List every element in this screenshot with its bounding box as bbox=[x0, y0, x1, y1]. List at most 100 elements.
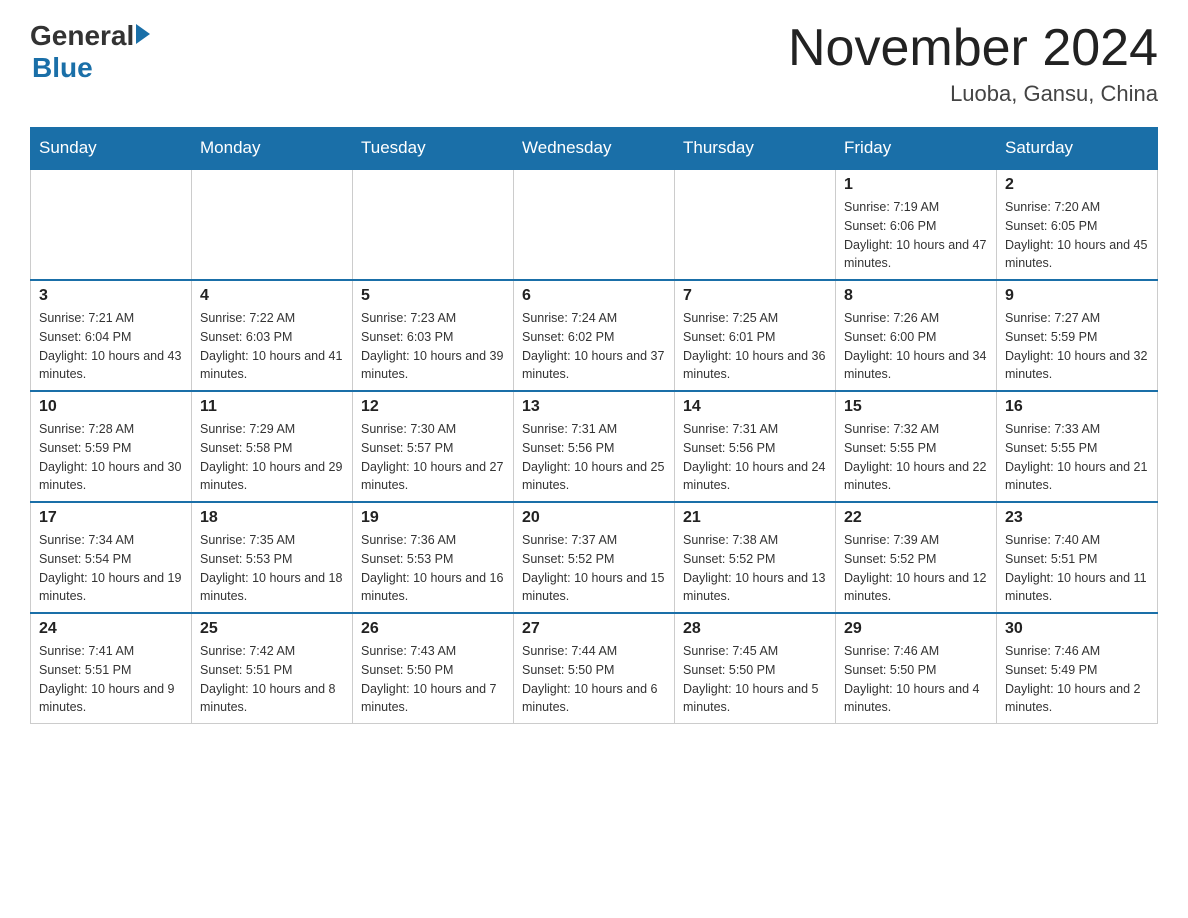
day-number: 23 bbox=[1005, 509, 1149, 527]
calendar-cell: 28 Sunrise: 7:45 AMSunset: 5:50 PMDayligh… bbox=[675, 613, 836, 724]
day-number: 29 bbox=[844, 620, 988, 638]
calendar-cell: 3 Sunrise: 7:21 AMSunset: 6:04 PMDaylight… bbox=[31, 280, 192, 391]
calendar-cell: 21 Sunrise: 7:38 AMSunset: 5:52 PMDayligh… bbox=[675, 502, 836, 613]
calendar-header-sunday: Sunday bbox=[31, 128, 192, 170]
day-info: Sunrise: 7:45 AMSunset: 5:50 PMDaylight:… bbox=[683, 642, 827, 717]
day-number: 1 bbox=[844, 176, 988, 194]
day-info: Sunrise: 7:43 AMSunset: 5:50 PMDaylight:… bbox=[361, 642, 505, 717]
day-info: Sunrise: 7:20 AMSunset: 6:05 PMDaylight:… bbox=[1005, 198, 1149, 273]
day-number: 5 bbox=[361, 287, 505, 305]
day-info: Sunrise: 7:22 AMSunset: 6:03 PMDaylight:… bbox=[200, 309, 344, 384]
day-info: Sunrise: 7:30 AMSunset: 5:57 PMDaylight:… bbox=[361, 420, 505, 495]
calendar-cell: 22 Sunrise: 7:39 AMSunset: 5:52 PMDayligh… bbox=[836, 502, 997, 613]
calendar-header-friday: Friday bbox=[836, 128, 997, 170]
logo-general-text: General bbox=[30, 20, 134, 52]
day-number: 3 bbox=[39, 287, 183, 305]
day-number: 17 bbox=[39, 509, 183, 527]
calendar-header-tuesday: Tuesday bbox=[353, 128, 514, 170]
calendar-header-monday: Monday bbox=[192, 128, 353, 170]
day-info: Sunrise: 7:38 AMSunset: 5:52 PMDaylight:… bbox=[683, 531, 827, 606]
calendar-cell: 25 Sunrise: 7:42 AMSunset: 5:51 PMDayligh… bbox=[192, 613, 353, 724]
day-number: 2 bbox=[1005, 176, 1149, 194]
calendar-header-wednesday: Wednesday bbox=[514, 128, 675, 170]
calendar-cell: 16Sunrise: 7:33 AMSunset: 5:55 PMDayligh… bbox=[997, 391, 1158, 502]
day-number: 6 bbox=[522, 287, 666, 305]
day-number: 9 bbox=[1005, 287, 1149, 305]
location-subtitle: Luoba, Gansu, China bbox=[788, 81, 1158, 107]
day-info: Sunrise: 7:19 AMSunset: 6:06 PMDaylight:… bbox=[844, 198, 988, 273]
calendar-cell: 26 Sunrise: 7:43 AMSunset: 5:50 PMDayligh… bbox=[353, 613, 514, 724]
calendar-cell: 4Sunrise: 7:22 AMSunset: 6:03 PMDaylight… bbox=[192, 280, 353, 391]
day-number: 30 bbox=[1005, 620, 1149, 638]
calendar-cell bbox=[675, 169, 836, 280]
calendar-week-row-3: 10Sunrise: 7:28 AMSunset: 5:59 PMDayligh… bbox=[31, 391, 1158, 502]
day-number: 13 bbox=[522, 398, 666, 416]
calendar-cell bbox=[353, 169, 514, 280]
day-info: Sunrise: 7:32 AMSunset: 5:55 PMDaylight:… bbox=[844, 420, 988, 495]
day-number: 25 bbox=[200, 620, 344, 638]
calendar-cell: 24Sunrise: 7:41 AMSunset: 5:51 PMDayligh… bbox=[31, 613, 192, 724]
title-section: November 2024 Luoba, Gansu, China bbox=[788, 20, 1158, 107]
day-number: 11 bbox=[200, 398, 344, 416]
day-info: Sunrise: 7:44 AMSunset: 5:50 PMDaylight:… bbox=[522, 642, 666, 717]
logo-arrow-icon bbox=[136, 24, 150, 44]
day-info: Sunrise: 7:31 AMSunset: 5:56 PMDaylight:… bbox=[522, 420, 666, 495]
day-info: Sunrise: 7:25 AMSunset: 6:01 PMDaylight:… bbox=[683, 309, 827, 384]
day-info: Sunrise: 7:27 AMSunset: 5:59 PMDaylight:… bbox=[1005, 309, 1149, 384]
calendar-week-row-1: 1 Sunrise: 7:19 AMSunset: 6:06 PMDaylight… bbox=[31, 169, 1158, 280]
calendar-cell: 23 Sunrise: 7:40 AMSunset: 5:51 PMDayligh… bbox=[997, 502, 1158, 613]
calendar-cell: 12 Sunrise: 7:30 AMSunset: 5:57 PMDayligh… bbox=[353, 391, 514, 502]
day-info: Sunrise: 7:35 AMSunset: 5:53 PMDaylight:… bbox=[200, 531, 344, 606]
day-info: Sunrise: 7:40 AMSunset: 5:51 PMDaylight:… bbox=[1005, 531, 1149, 606]
calendar-cell: 5 Sunrise: 7:23 AMSunset: 6:03 PMDaylight… bbox=[353, 280, 514, 391]
calendar-header-thursday: Thursday bbox=[675, 128, 836, 170]
calendar-cell: 15 Sunrise: 7:32 AMSunset: 5:55 PMDayligh… bbox=[836, 391, 997, 502]
day-number: 19 bbox=[361, 509, 505, 527]
logo-blue-text: Blue bbox=[32, 52, 93, 84]
day-number: 28 bbox=[683, 620, 827, 638]
day-info: Sunrise: 7:24 AMSunset: 6:02 PMDaylight:… bbox=[522, 309, 666, 384]
day-info: Sunrise: 7:23 AMSunset: 6:03 PMDaylight:… bbox=[361, 309, 505, 384]
day-number: 22 bbox=[844, 509, 988, 527]
day-number: 20 bbox=[522, 509, 666, 527]
calendar-cell: 14 Sunrise: 7:31 AMSunset: 5:56 PMDayligh… bbox=[675, 391, 836, 502]
day-info: Sunrise: 7:42 AMSunset: 5:51 PMDaylight:… bbox=[200, 642, 344, 717]
day-number: 26 bbox=[361, 620, 505, 638]
day-info: Sunrise: 7:36 AMSunset: 5:53 PMDaylight:… bbox=[361, 531, 505, 606]
day-info: Sunrise: 7:31 AMSunset: 5:56 PMDaylight:… bbox=[683, 420, 827, 495]
day-info: Sunrise: 7:28 AMSunset: 5:59 PMDaylight:… bbox=[39, 420, 183, 495]
month-title: November 2024 bbox=[788, 20, 1158, 77]
calendar-cell: 8 Sunrise: 7:26 AMSunset: 6:00 PMDaylight… bbox=[836, 280, 997, 391]
calendar-cell: 27Sunrise: 7:44 AMSunset: 5:50 PMDayligh… bbox=[514, 613, 675, 724]
day-number: 24 bbox=[39, 620, 183, 638]
calendar-cell: 19 Sunrise: 7:36 AMSunset: 5:53 PMDayligh… bbox=[353, 502, 514, 613]
calendar-cell: 1 Sunrise: 7:19 AMSunset: 6:06 PMDaylight… bbox=[836, 169, 997, 280]
calendar-cell bbox=[31, 169, 192, 280]
day-info: Sunrise: 7:21 AMSunset: 6:04 PMDaylight:… bbox=[39, 309, 183, 384]
calendar-cell bbox=[192, 169, 353, 280]
calendar-cell: 2 Sunrise: 7:20 AMSunset: 6:05 PMDaylight… bbox=[997, 169, 1158, 280]
calendar-cell: 10Sunrise: 7:28 AMSunset: 5:59 PMDayligh… bbox=[31, 391, 192, 502]
day-number: 18 bbox=[200, 509, 344, 527]
calendar-cell: 13 Sunrise: 7:31 AMSunset: 5:56 PMDayligh… bbox=[514, 391, 675, 502]
day-info: Sunrise: 7:26 AMSunset: 6:00 PMDaylight:… bbox=[844, 309, 988, 384]
day-number: 21 bbox=[683, 509, 827, 527]
day-number: 12 bbox=[361, 398, 505, 416]
calendar-cell: 17Sunrise: 7:34 AMSunset: 5:54 PMDayligh… bbox=[31, 502, 192, 613]
page-header: General Blue November 2024 Luoba, Gansu,… bbox=[30, 20, 1158, 107]
calendar-week-row-2: 3 Sunrise: 7:21 AMSunset: 6:04 PMDaylight… bbox=[31, 280, 1158, 391]
day-info: Sunrise: 7:39 AMSunset: 5:52 PMDaylight:… bbox=[844, 531, 988, 606]
day-number: 8 bbox=[844, 287, 988, 305]
day-info: Sunrise: 7:29 AMSunset: 5:58 PMDaylight:… bbox=[200, 420, 344, 495]
calendar-table: SundayMondayTuesdayWednesdayThursdayFrid… bbox=[30, 127, 1158, 724]
day-info: Sunrise: 7:46 AMSunset: 5:49 PMDaylight:… bbox=[1005, 642, 1149, 717]
day-number: 15 bbox=[844, 398, 988, 416]
calendar-week-row-4: 17Sunrise: 7:34 AMSunset: 5:54 PMDayligh… bbox=[31, 502, 1158, 613]
calendar-cell: 11 Sunrise: 7:29 AMSunset: 5:58 PMDayligh… bbox=[192, 391, 353, 502]
day-info: Sunrise: 7:46 AMSunset: 5:50 PMDaylight:… bbox=[844, 642, 988, 717]
calendar-cell: 7 Sunrise: 7:25 AMSunset: 6:01 PMDaylight… bbox=[675, 280, 836, 391]
day-number: 14 bbox=[683, 398, 827, 416]
day-number: 7 bbox=[683, 287, 827, 305]
calendar-cell: 6 Sunrise: 7:24 AMSunset: 6:02 PMDaylight… bbox=[514, 280, 675, 391]
calendar-cell: 29 Sunrise: 7:46 AMSunset: 5:50 PMDayligh… bbox=[836, 613, 997, 724]
